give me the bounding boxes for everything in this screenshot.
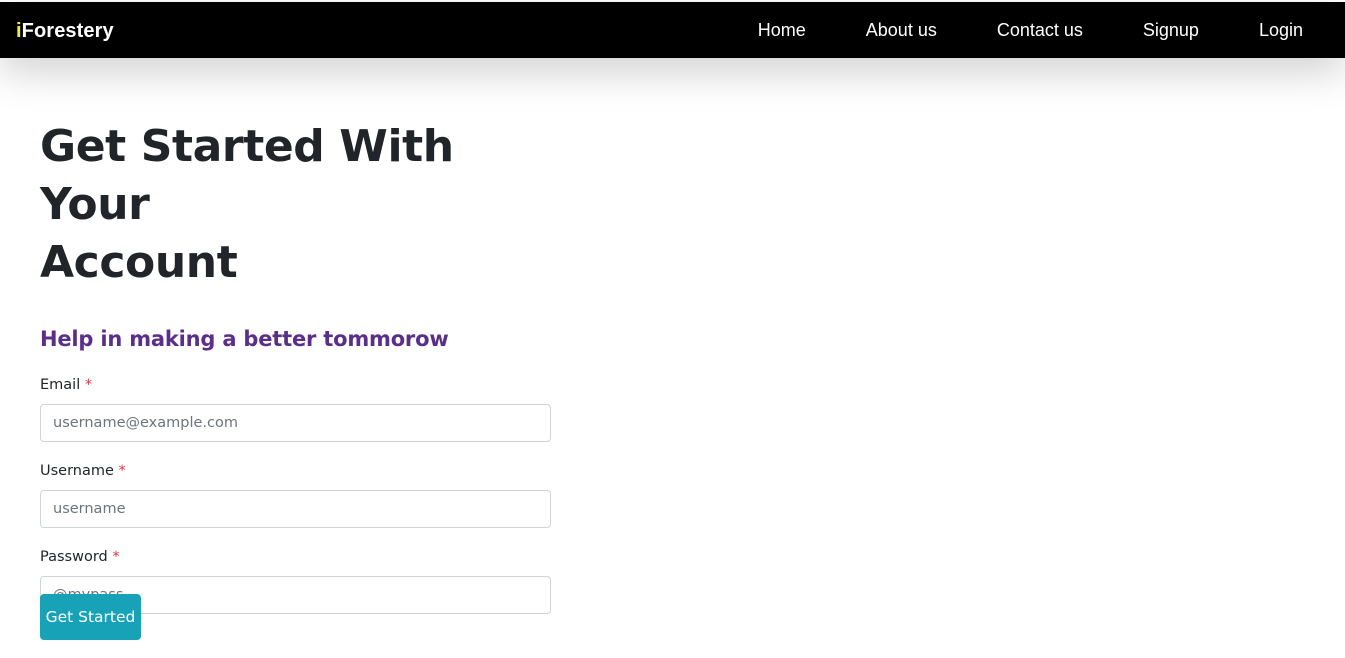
page-title-line1: Get Started With Your [40, 121, 454, 230]
nav-link-home[interactable]: Home [758, 20, 806, 41]
username-group: Username * [40, 462, 560, 528]
page-title-line2: Account [40, 237, 238, 288]
email-label-text: Email [40, 377, 81, 393]
page-title: Get Started With Your Account [40, 118, 560, 292]
email-group: Email * [40, 376, 560, 442]
email-label: Email * [40, 376, 560, 394]
password-label-text: Password [40, 549, 108, 565]
signup-content: Get Started With Your Account Help in mak… [40, 118, 560, 614]
nav-link-about-us[interactable]: About us [866, 20, 937, 41]
required-marker: * [118, 463, 126, 479]
navbar: iForestery Home About us Contact us Sign… [0, 2, 1345, 58]
nav-links: Home About us Contact us Signup Login [698, 2, 1303, 58]
brand-name: Forestery [21, 20, 114, 42]
nav-link-contact-us[interactable]: Contact us [997, 20, 1083, 41]
username-field[interactable] [40, 490, 551, 528]
username-label: Username * [40, 462, 560, 480]
page-subtitle: Help in making a better tommorow [40, 327, 449, 351]
required-marker: * [84, 377, 93, 393]
nav-link-login[interactable]: Login [1259, 20, 1303, 41]
nav-link-signup[interactable]: Signup [1143, 20, 1199, 41]
get-started-button[interactable]: Get Started [40, 594, 141, 640]
required-marker: * [112, 549, 120, 565]
brand-logo[interactable]: iForestery [16, 20, 114, 43]
email-field[interactable] [40, 404, 551, 442]
username-label-text: Username [40, 463, 114, 479]
password-label: Password * [40, 548, 560, 566]
signup-form: Email * Username * Password * [40, 376, 560, 614]
